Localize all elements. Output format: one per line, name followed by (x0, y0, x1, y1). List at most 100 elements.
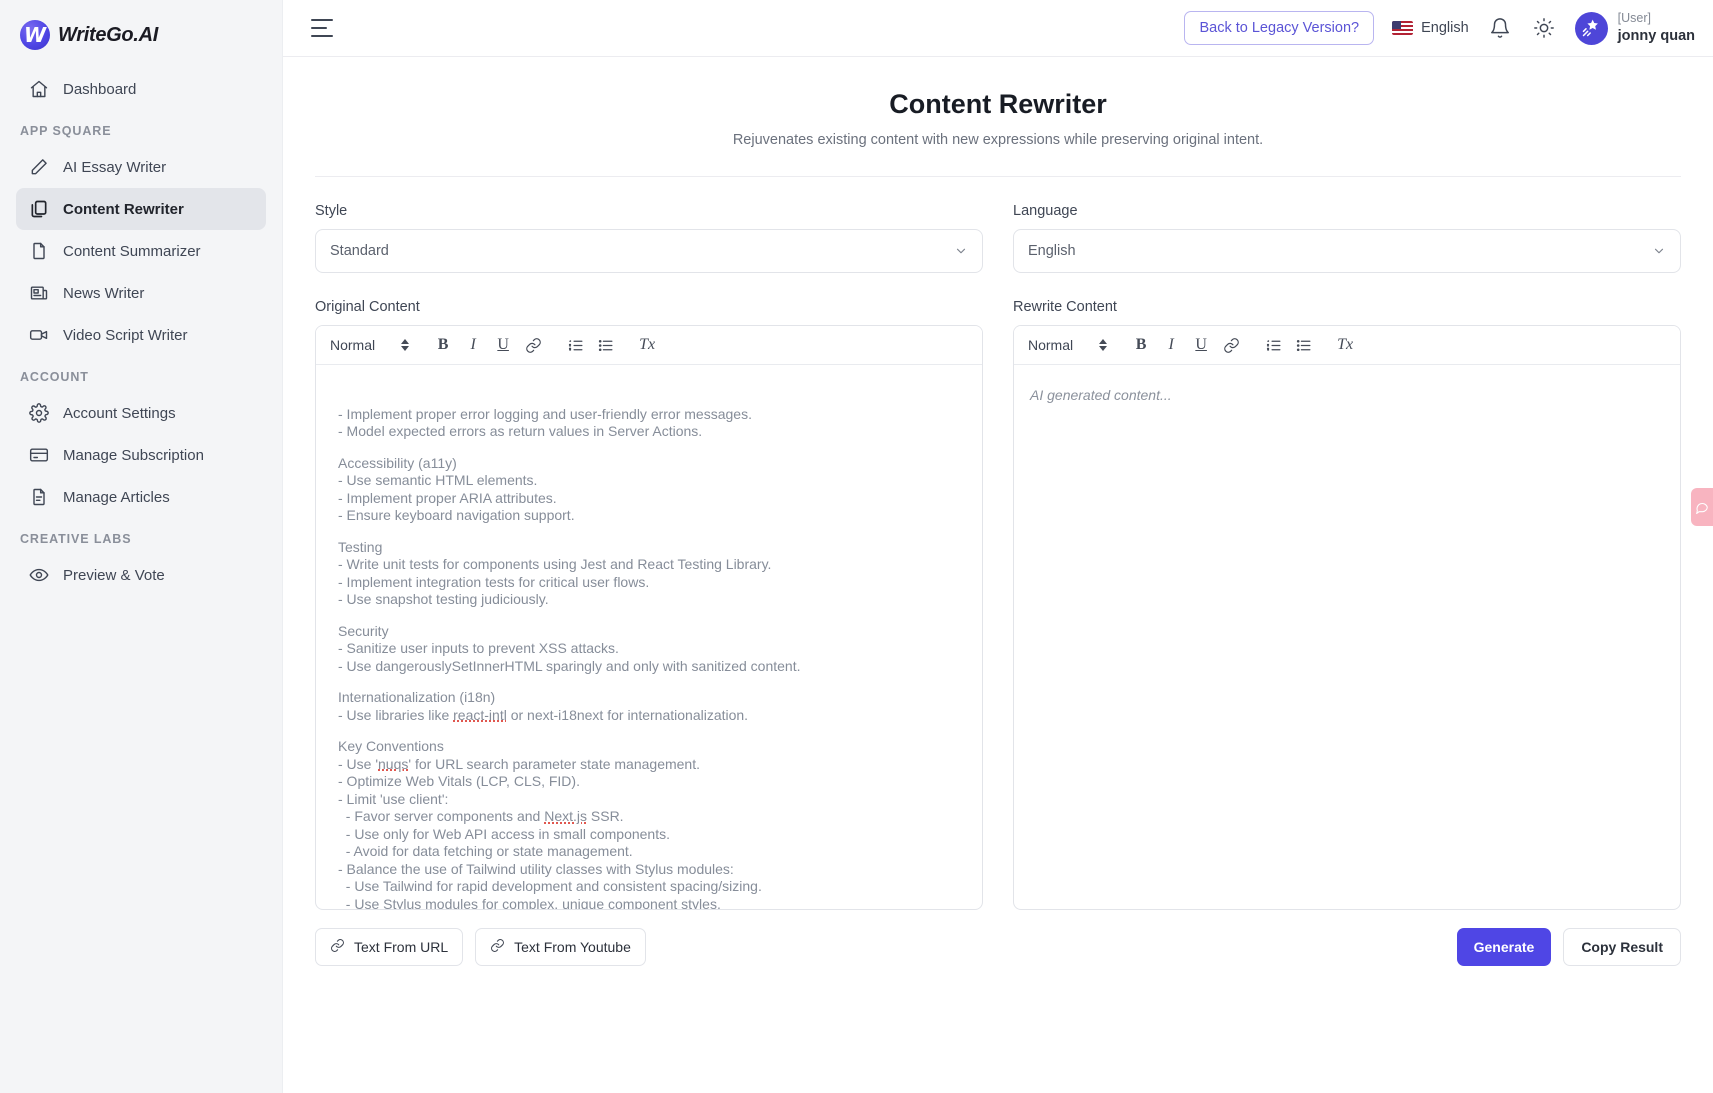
gear-icon (28, 403, 49, 424)
sidebar-item-label: News Writer (63, 284, 145, 302)
link-icon[interactable] (1217, 331, 1245, 359)
rewrite-editor-body[interactable]: AI generated content... (1014, 365, 1680, 909)
sidebar-item-content-summarizer[interactable]: Content Summarizer (16, 230, 266, 272)
sidebar-item-account-settings[interactable]: Account Settings (16, 392, 266, 434)
editors-row: Original Content Normal B I U Tx - Imple… (315, 299, 1681, 910)
bullet-list-icon[interactable] (591, 331, 619, 359)
rewrite-toolbar: Normal B I U Tx (1014, 326, 1680, 365)
footer-left-group: Text From URL Text From Youtube (315, 928, 646, 966)
up-down-icon (1099, 339, 1108, 351)
sidebar-item-manage-subscription[interactable]: Manage Subscription (16, 434, 266, 476)
back-to-legacy-button[interactable]: Back to Legacy Version? (1184, 11, 1375, 45)
style-select[interactable]: Standard (315, 229, 983, 273)
bullet-list-icon[interactable] (1289, 331, 1317, 359)
format-select[interactable]: Normal (330, 337, 410, 353)
sidebar-item-label: Dashboard (63, 80, 137, 98)
bell-icon[interactable] (1487, 15, 1513, 41)
text-from-youtube-button[interactable]: Text From Youtube (475, 928, 646, 966)
underline-button[interactable]: U (489, 331, 517, 359)
brand-name: WriteGo.AI (58, 23, 158, 46)
clear-format-icon[interactable]: Tx (633, 331, 661, 359)
feedback-side-tab[interactable] (1691, 488, 1713, 526)
hamburger-icon[interactable] (311, 19, 333, 37)
rewrite-content-label: Rewrite Content (1013, 299, 1117, 315)
sidebar-item-label: Video Script Writer (63, 326, 188, 344)
sidebar-item-dashboard[interactable]: Dashboard (16, 68, 266, 110)
language-label: English (1421, 20, 1469, 36)
rewrite-content-panel: Rewrite Content Normal B I U Tx AI gener… (1013, 299, 1681, 910)
sidebar-item-manage-articles[interactable]: Manage Articles (16, 476, 266, 518)
language-control: Language English (1013, 203, 1681, 273)
style-select-value: Standard (330, 243, 389, 259)
text-from-url-label: Text From URL (354, 939, 449, 955)
user-meta: [User] jonny quan (1618, 11, 1695, 45)
document-lines-icon (28, 487, 49, 508)
underline-button[interactable]: U (1187, 331, 1215, 359)
brand-badge-icon: W (20, 20, 50, 50)
original-editor[interactable]: Normal B I U Tx - Implement proper error… (315, 325, 983, 910)
copy-icon (28, 199, 49, 220)
bold-button[interactable]: B (429, 331, 457, 359)
brand-logo[interactable]: W WriteGo.AI (0, 0, 282, 68)
italic-label: I (1168, 336, 1174, 353)
sidebar-item-ai-essay-writer[interactable]: AI Essay Writer (16, 146, 266, 188)
user-name: jonny quan (1617, 27, 1695, 44)
style-label: Style (315, 203, 348, 219)
ordered-list-icon[interactable] (561, 331, 589, 359)
copy-result-button[interactable]: Copy Result (1563, 928, 1681, 966)
app-root: W WriteGo.AI Dashboard APP SQUARE AI Ess… (0, 0, 1713, 1093)
footer-actions: Text From URL Text From Youtube Generate… (315, 910, 1681, 984)
language-switcher[interactable]: English (1392, 20, 1469, 36)
sidebar-section-creative-labs: CREATIVE LABS (20, 532, 132, 546)
page-content: Content Rewriter Rejuvenates existing co… (283, 57, 1713, 1093)
sidebar-section-account: ACCOUNT (20, 370, 89, 384)
sidebar-item-label: Manage Subscription (63, 446, 204, 464)
generate-button[interactable]: Generate (1456, 928, 1552, 966)
sidebar-item-label: AI Essay Writer (63, 158, 167, 176)
original-editor-text: - Implement proper error logging and use… (338, 405, 801, 909)
language-label-field: Language (1013, 203, 1078, 219)
up-down-icon (401, 339, 410, 351)
sidebar-item-label: Manage Articles (63, 488, 170, 506)
main-area: Back to Legacy Version? English [User] j… (283, 0, 1713, 1093)
italic-button[interactable]: I (1157, 331, 1185, 359)
text-from-url-button[interactable]: Text From URL (315, 928, 464, 966)
page-subtitle: Rejuvenates existing content with new ex… (732, 132, 1264, 148)
underline-label: U (1195, 336, 1207, 353)
ordered-list-icon[interactable] (1259, 331, 1287, 359)
sidebar-section-app-square: APP SQUARE (20, 124, 112, 138)
link-icon[interactable] (519, 331, 547, 359)
us-flag-icon (1392, 21, 1414, 35)
original-toolbar: Normal B I U Tx (316, 326, 982, 365)
sun-icon[interactable] (1531, 15, 1557, 41)
language-select-value: English (1028, 243, 1076, 259)
header-divider (315, 176, 1681, 177)
clear-format-icon[interactable]: Tx (1331, 331, 1359, 359)
bold-button[interactable]: B (1127, 331, 1155, 359)
sidebar-item-video-script-writer[interactable]: Video Script Writer (16, 314, 266, 356)
credit-card-icon (28, 445, 49, 466)
sidebar-item-news-writer[interactable]: News Writer (16, 272, 266, 314)
sidebar: W WriteGo.AI Dashboard APP SQUARE AI Ess… (0, 0, 283, 1093)
sidebar-item-label: Content Summarizer (63, 242, 201, 260)
format-select-value: Normal (1028, 337, 1074, 353)
italic-button[interactable]: I (459, 331, 487, 359)
user-role: [User] (1617, 11, 1651, 26)
sidebar-item-preview-and-vote[interactable]: Preview & Vote (16, 554, 266, 596)
rewrite-editor[interactable]: Normal B I U Tx AI generated content... (1013, 325, 1681, 910)
original-editor-body[interactable]: - Implement proper error logging and use… (316, 365, 982, 909)
page-title: Content Rewriter (889, 89, 1107, 119)
sidebar-item-content-rewriter[interactable]: Content Rewriter (16, 188, 266, 230)
italic-label: I (470, 336, 476, 353)
original-content-label: Original Content (315, 299, 420, 315)
video-icon (28, 325, 49, 346)
original-content-panel: Original Content Normal B I U Tx - Imple… (315, 299, 983, 910)
newspaper-icon (28, 283, 49, 304)
bold-label: B (1135, 336, 1147, 353)
language-select[interactable]: English (1013, 229, 1681, 273)
format-select[interactable]: Normal (1028, 337, 1108, 353)
underline-label: U (497, 336, 509, 353)
clear-format-label: Tx (1337, 336, 1354, 353)
topbar: Back to Legacy Version? English [User] j… (283, 0, 1713, 57)
user-menu[interactable]: [User] jonny quan (1574, 11, 1695, 45)
